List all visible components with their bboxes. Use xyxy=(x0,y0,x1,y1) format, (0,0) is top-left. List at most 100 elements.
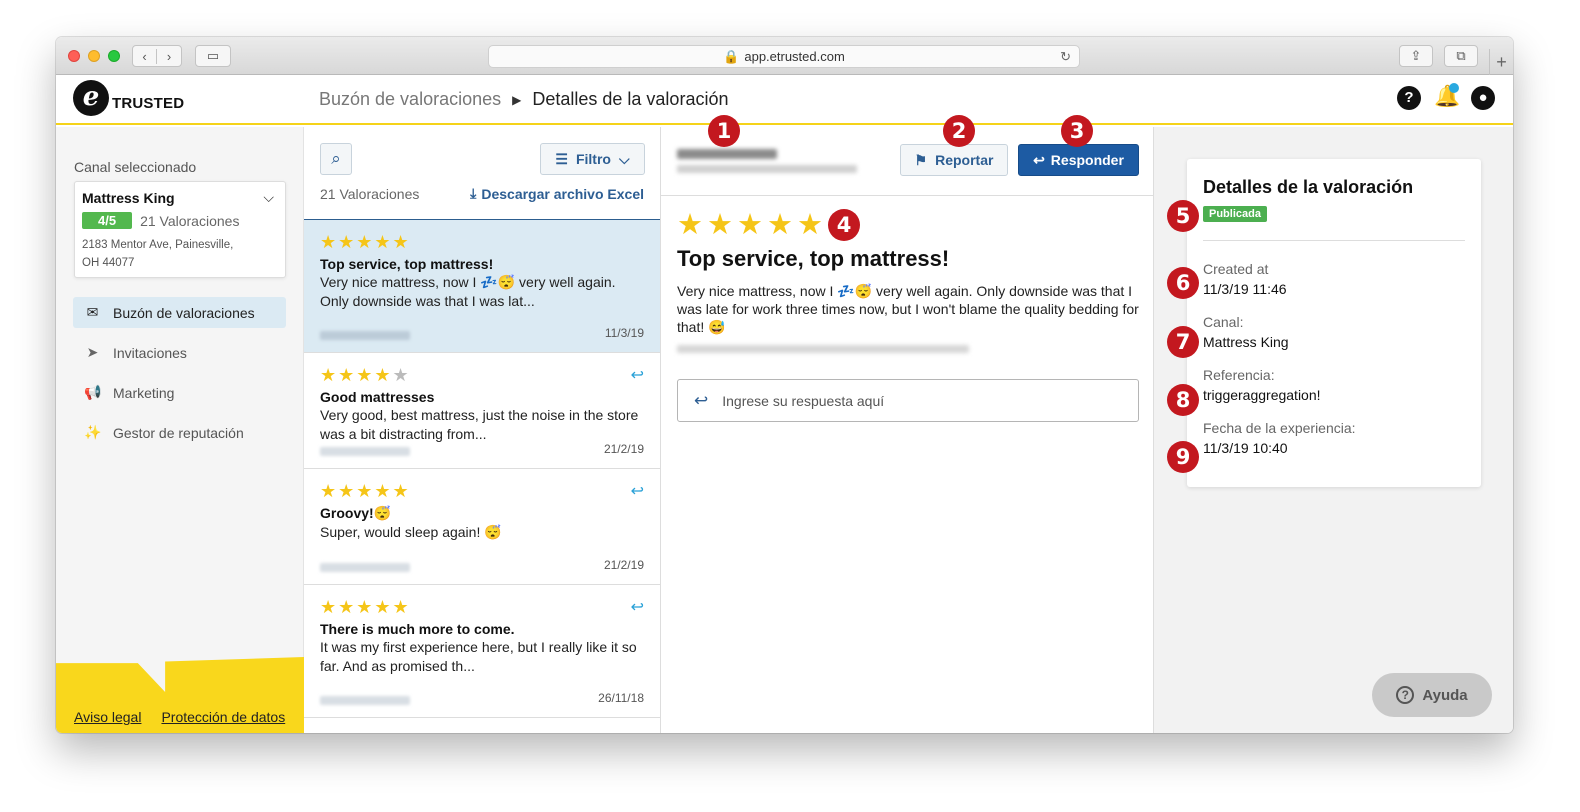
minimize-window-button[interactable] xyxy=(88,50,100,62)
created-at-value: 11/3/19 11:46 xyxy=(1203,281,1287,297)
experience-date-value: 11/3/19 10:40 xyxy=(1203,440,1288,456)
review-list-item[interactable]: ★★★★★ ↩ Groovy!😴 Super, would sleep agai… xyxy=(304,469,660,585)
search-icon[interactable]: ⌕ xyxy=(320,143,352,175)
reply-icon: ↩ xyxy=(694,390,709,410)
review-date: 26/11/18 xyxy=(598,691,644,705)
reviewer-name-redacted xyxy=(320,447,410,456)
experience-date-label: Fecha de la experiencia: xyxy=(1203,420,1356,436)
forward-icon[interactable]: › xyxy=(157,49,181,64)
sparkles-icon: ✨ xyxy=(84,424,102,440)
etrusted-logo[interactable]: e TRUSTED xyxy=(73,80,184,116)
sidebar-item-label: Gestor de reputación xyxy=(113,424,244,441)
filter-label: Filtro xyxy=(575,151,611,167)
zoom-window-button[interactable] xyxy=(108,50,120,62)
report-button[interactable]: ⚑ Reportar xyxy=(900,144,1008,176)
address-line-2: OH 44077 xyxy=(82,257,135,269)
created-at-label: Created at xyxy=(1203,261,1269,277)
close-window-button[interactable] xyxy=(68,50,80,62)
sidebar-item-invitations[interactable]: ➤ Invitaciones xyxy=(73,337,286,368)
report-label: Reportar xyxy=(935,152,994,168)
sidebar-item-label: Marketing xyxy=(113,384,175,401)
review-meta-redacted xyxy=(677,345,969,353)
replied-icon: ↩ xyxy=(630,367,644,384)
channel-section-label: Canal seleccionado xyxy=(74,159,197,175)
review-title: Top service, top mattress! xyxy=(320,256,494,272)
sidebar-item-label: Buzón de valoraciones xyxy=(113,304,255,321)
star-rating: ★★★★★ xyxy=(320,597,411,617)
megaphone-icon: 📢 xyxy=(84,384,102,400)
sidebar-item-reputation-manager[interactable]: ✨ Gestor de reputación xyxy=(73,417,286,448)
privacy-link[interactable]: Protección de datos xyxy=(161,709,285,725)
history-nav: ‹ › xyxy=(132,45,182,67)
page-title: Detalles de la valoración xyxy=(532,89,729,109)
reviewer-name-redacted xyxy=(320,696,410,705)
breadcrumb-root-link[interactable]: Buzón de valoraciones xyxy=(319,89,501,110)
annotation-marker-2: 2 xyxy=(943,115,975,147)
logo-text: TRUSTED xyxy=(112,95,185,112)
filter-button[interactable]: ☰ Filtro ⌵ xyxy=(540,143,645,175)
breadcrumb-separator-icon: ▶ xyxy=(512,92,522,107)
status-badge: Publicada xyxy=(1203,206,1267,222)
share-icon[interactable]: ⇪ xyxy=(1399,45,1433,67)
header-actions: ? 🔔 ● xyxy=(1397,83,1495,110)
review-title: Good mattresses xyxy=(320,389,435,405)
review-date: 21/2/19 xyxy=(603,558,644,572)
review-details-card: Detalles de la valoración Publicada Crea… xyxy=(1187,159,1481,487)
respond-button[interactable]: ↩ Responder xyxy=(1018,144,1139,176)
experience-date-field: Fecha de la experiencia: 11/3/19 10:40 xyxy=(1203,420,1465,456)
sidebar-toggle-icon[interactable]: ▭ xyxy=(195,45,231,67)
account-icon[interactable]: ● xyxy=(1471,86,1495,110)
reply-input[interactable]: ↩ Ingrese su respuesta aquí xyxy=(677,379,1139,422)
review-excerpt: Super, would sleep again! 😴 xyxy=(320,524,502,540)
new-tab-icon[interactable]: + xyxy=(1489,49,1513,75)
replied-icon: ↩ xyxy=(630,599,644,616)
back-icon[interactable]: ‹ xyxy=(133,48,157,64)
star-rating: ★★★★★ xyxy=(320,232,411,252)
channel-selector[interactable]: Mattress King ⌵ 4/5 21 Valoraciones 2183… xyxy=(74,181,286,278)
lock-icon: 🔒 xyxy=(723,48,740,64)
breadcrumb: Buzón de valoraciones ▶ Detalles de la v… xyxy=(319,89,728,110)
bell-icon[interactable]: 🔔 xyxy=(1434,83,1460,110)
legal-notice-link[interactable]: Aviso legal xyxy=(74,709,141,725)
sidebar-item-marketing[interactable]: 📢 Marketing xyxy=(73,377,286,408)
download-excel-link[interactable]: ⤓ Descargar archivo Excel xyxy=(470,185,644,202)
annotation-marker-3: 3 xyxy=(1061,115,1093,147)
help-icon[interactable]: ? xyxy=(1397,86,1421,110)
review-list-item[interactable]: ★★★★★ Top service, top mattress! Very ni… xyxy=(304,220,660,353)
sidebar-item-reviews-inbox[interactable]: ✉ Buzón de valoraciones xyxy=(73,297,286,328)
chevron-down-icon[interactable]: ⌵ xyxy=(263,189,274,206)
created-at-field: Created at 11/3/19 11:46 xyxy=(1203,261,1465,297)
review-list-item[interactable]: ★★★★★ ↩ There is much more to come. It w… xyxy=(304,585,660,718)
details-card-title: Detalles de la valoración xyxy=(1203,177,1414,197)
review-list-panel: ⌕ ☰ Filtro ⌵ 21 Valoraciones ⤓ Descargar… xyxy=(304,127,661,733)
score-badge: 4/5 xyxy=(82,212,133,229)
review-excerpt: Very nice mattress, now I 💤😴 very well a… xyxy=(320,274,616,309)
channel-field: Canal: Mattress King xyxy=(1203,314,1465,350)
help-button[interactable]: ? Ayuda xyxy=(1372,673,1492,717)
sidebar-item-label: Invitaciones xyxy=(113,344,187,361)
detail-review-text: Very nice mattress, now I 💤😴 very well a… xyxy=(677,283,1139,335)
respond-label: Responder xyxy=(1050,152,1124,168)
review-list-item[interactable]: ★★★★★ ↩ Good mattresses Very good, best … xyxy=(304,353,660,469)
url-text: app.etrusted.com xyxy=(744,49,845,64)
sidebar: Canal seleccionado Mattress King ⌵ 4/5 2… xyxy=(56,127,304,733)
tabs-overview-icon[interactable]: ⧉ xyxy=(1444,45,1478,67)
browser-window: ‹ › ▭ 🔒 app.etrusted.com ↻ ⇪ ⧉ + e TRUST… xyxy=(56,37,1513,733)
filter-icon: ☰ xyxy=(555,150,568,167)
reload-icon[interactable]: ↻ xyxy=(1060,49,1071,65)
footer-links: Aviso legal Protección de datos xyxy=(74,709,285,725)
channel-stats: 4/5 21 Valoraciones xyxy=(82,212,278,229)
channel-review-count: 21 Valoraciones xyxy=(140,212,240,229)
inbox-icon: ✉ xyxy=(86,304,99,320)
reference-label: Referencia: xyxy=(1203,367,1275,383)
help-label: Ayuda xyxy=(1422,686,1468,704)
reviewer-email-redacted xyxy=(677,165,857,173)
channel-name: Mattress King xyxy=(82,190,175,206)
app-header: e TRUSTED Buzón de valoraciones ▶ Detall… xyxy=(56,75,1513,125)
reply-icon: ↩ xyxy=(1033,151,1045,168)
address-line-1: 2183 Mentor Ave, Painesville, xyxy=(82,239,234,251)
annotation-marker-6: 6 xyxy=(1167,267,1199,299)
address-bar[interactable]: 🔒 app.etrusted.com ↻ xyxy=(488,45,1080,68)
logo-mark: e xyxy=(73,80,109,116)
star-rating: ★★★★★ xyxy=(320,365,411,385)
